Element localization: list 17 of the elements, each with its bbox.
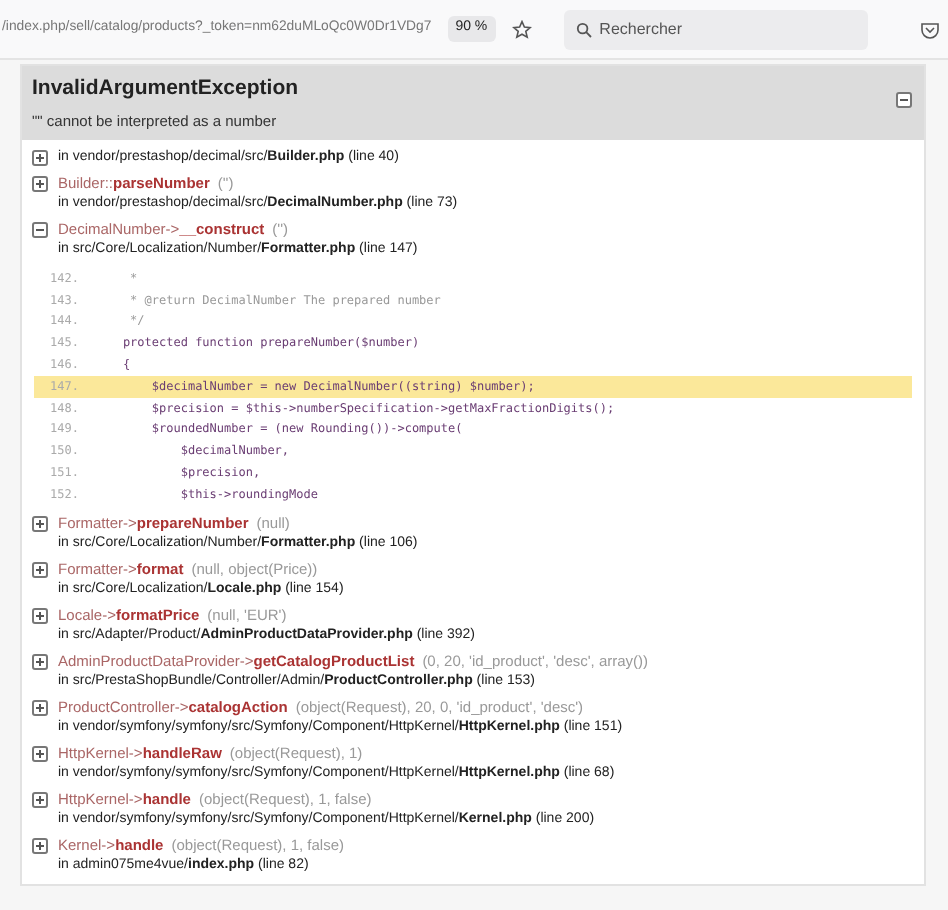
exception-title: InvalidArgumentException bbox=[32, 74, 301, 104]
expand-icon[interactable] bbox=[32, 150, 48, 166]
expand-icon[interactable] bbox=[32, 745, 48, 762]
expand-icon[interactable] bbox=[32, 607, 48, 624]
expand-icon[interactable] bbox=[32, 515, 48, 532]
collapse-icon[interactable] bbox=[32, 222, 48, 238]
expand-icon[interactable] bbox=[32, 653, 48, 670]
star-icon[interactable] bbox=[511, 19, 532, 39]
expand-icon[interactable] bbox=[32, 791, 48, 808]
shield-icon[interactable] bbox=[920, 19, 940, 39]
expand-icon[interactable] bbox=[32, 561, 48, 578]
expand-icon[interactable] bbox=[32, 837, 48, 854]
expand-icon[interactable] bbox=[32, 176, 48, 192]
search-icon bbox=[575, 21, 592, 37]
search-field[interactable]: Rechercher bbox=[563, 9, 868, 49]
expand-icon[interactable] bbox=[32, 699, 48, 716]
collapse-icon[interactable] bbox=[896, 91, 912, 108]
